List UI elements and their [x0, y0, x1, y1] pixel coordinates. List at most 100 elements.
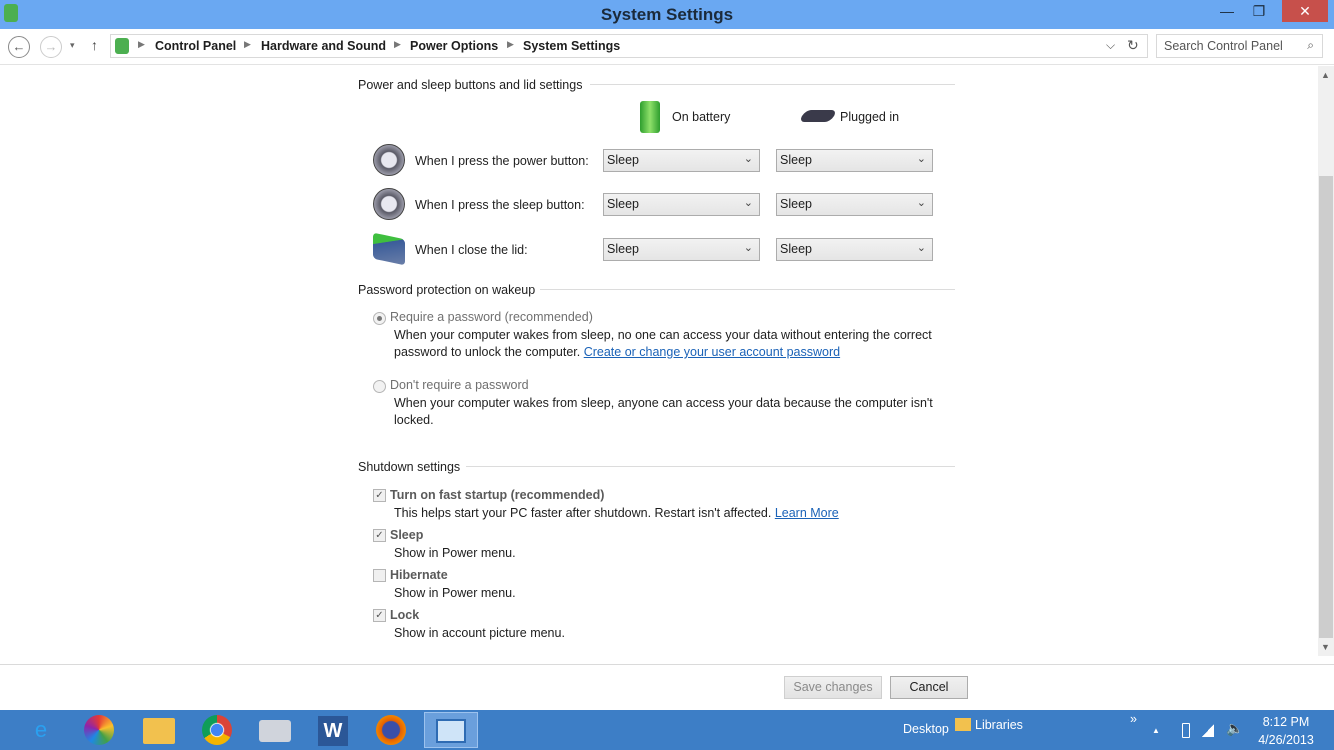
chevron-down-icon: ⌄ [743, 242, 753, 254]
control-panel-icon [115, 38, 129, 54]
footer: Save changes Cancel [0, 664, 1334, 710]
column-on-battery: On battery [672, 110, 731, 124]
sleep-checkbox[interactable]: ✓ [373, 529, 386, 542]
back-button[interactable]: ← [8, 36, 30, 58]
close-button[interactable]: ✕ [1282, 0, 1328, 22]
libraries-folder-icon [955, 718, 971, 731]
description-text: This helps start your PC faster after sh… [394, 506, 772, 520]
chrome-icon[interactable] [194, 712, 240, 748]
internet-explorer-icon[interactable]: e [18, 712, 64, 748]
breadcrumb-power-options[interactable]: Power Options [410, 39, 498, 53]
row-label-power-button: When I press the power button: [415, 154, 589, 168]
search-icon: ⌕ [1307, 38, 1314, 52]
scroll-down-icon[interactable]: ▼ [1321, 642, 1330, 652]
selected-value: Sleep [780, 153, 812, 167]
section-heading-shutdown: Shutdown settings [358, 460, 461, 474]
title-bar: System Settings — ❐ ✕ [0, 0, 1334, 29]
power-button-plugged-select[interactable]: Sleep ⌄ [776, 149, 933, 172]
word-icon[interactable]: W [310, 712, 356, 748]
selected-value: Sleep [607, 242, 639, 256]
up-button[interactable]: ↑ [91, 37, 98, 53]
power-button-icon [373, 144, 405, 176]
save-changes-button[interactable]: Save changes [784, 676, 882, 699]
selected-value: Sleep [780, 242, 812, 256]
chevron-down-icon: ⌄ [916, 242, 926, 254]
chevron-down-icon: ⌄ [916, 197, 926, 209]
restore-button[interactable]: ❐ [1242, 0, 1276, 22]
chevron-down-icon: ⌄ [743, 197, 753, 209]
laptop-lid-icon [373, 232, 405, 266]
volume-icon[interactable]: 🔈 [1226, 720, 1243, 737]
clock-time: 8:12 PM [1262, 715, 1310, 729]
row-label-close-lid: When I close the lid: [415, 243, 528, 257]
section-heading-password: Password protection on wakeup [358, 283, 536, 297]
sleep-description: Show in Power menu. [394, 546, 516, 560]
change-password-link[interactable]: Create or change your user account passw… [584, 345, 840, 359]
column-plugged-in: Plugged in [840, 110, 900, 124]
selected-value: Sleep [780, 197, 812, 211]
chevron-down-icon: ⌄ [916, 153, 926, 165]
divider [540, 289, 955, 290]
scroll-up-icon[interactable]: ▲ [1321, 70, 1330, 80]
show-hidden-icons-button[interactable]: ▲ [1152, 726, 1160, 735]
power-plug-icon [798, 110, 838, 122]
hibernate-label: Hibernate [390, 568, 448, 582]
breadcrumb-hardware-and-sound[interactable]: Hardware and Sound [261, 39, 386, 53]
dont-require-password-label: Don't require a password [390, 378, 529, 392]
chevron-right-icon: ▶ [244, 39, 251, 49]
lock-description: Show in account picture menu. [394, 626, 565, 640]
description-line: When your computer wakes from sleep, no … [394, 328, 932, 342]
learn-more-link[interactable]: Learn More [775, 506, 839, 520]
lid-plugged-select[interactable]: Sleep ⌄ [776, 238, 933, 261]
firefox-icon[interactable] [368, 712, 414, 748]
sleep-label: Sleep [390, 528, 424, 542]
file-explorer-icon[interactable] [136, 712, 182, 748]
minimize-button[interactable]: — [1210, 0, 1244, 22]
breadcrumb-control-panel[interactable]: Control Panel [155, 39, 236, 53]
chevron-right-icon: ▶ [507, 39, 514, 49]
chevron-down-icon: ⌄ [743, 153, 753, 165]
signal-strength-icon[interactable] [1202, 724, 1214, 737]
require-password-radio[interactable] [373, 312, 386, 325]
cancel-button[interactable]: Cancel [890, 676, 968, 699]
lid-battery-select[interactable]: Sleep ⌄ [603, 238, 760, 261]
search-placeholder: Search Control Panel [1164, 39, 1283, 53]
chevron-right-icon: ▶ [394, 39, 401, 49]
fax-scanner-icon[interactable] [252, 712, 298, 748]
refresh-button[interactable]: ↻ [1127, 37, 1139, 54]
description-line: password to unlock the computer. [394, 345, 581, 359]
selected-value: Sleep [607, 153, 639, 167]
address-bar[interactable]: ▶ Control Panel ▶ Hardware and Sound ▶ P… [110, 34, 1148, 58]
search-input[interactable]: Search Control Panel ⌕ [1156, 34, 1323, 58]
clock-date: 4/26/2013 [1258, 733, 1314, 747]
lock-checkbox[interactable]: ✓ [373, 609, 386, 622]
hibernate-checkbox[interactable] [373, 569, 386, 582]
dont-require-password-radio[interactable] [373, 380, 386, 393]
recent-locations-button[interactable]: ▾ [70, 40, 75, 51]
control-panel-taskbar-icon[interactable] [424, 712, 478, 748]
address-row: ← → ▾ ↑ ▶ Control Panel ▶ Hardware and S… [0, 29, 1334, 65]
picasa-icon[interactable] [76, 712, 122, 748]
description-line: When your computer wakes from sleep, any… [394, 396, 933, 410]
toolbar-overflow-chevron[interactable]: » [1130, 712, 1137, 726]
fast-startup-checkbox[interactable]: ✓ [373, 489, 386, 502]
description-line: locked. [394, 413, 434, 427]
selected-value: Sleep [607, 197, 639, 211]
sleep-button-icon [373, 188, 405, 220]
power-button-battery-select[interactable]: Sleep ⌄ [603, 149, 760, 172]
battery-tray-icon[interactable] [1182, 723, 1190, 738]
sleep-button-plugged-select[interactable]: Sleep ⌄ [776, 193, 933, 216]
libraries-toolbar[interactable]: Libraries [975, 718, 1023, 732]
chevron-right-icon: ▶ [138, 39, 145, 49]
breadcrumb-system-settings[interactable]: System Settings [523, 39, 620, 53]
clock[interactable]: 8:12 PM 4/26/2013 [1256, 715, 1316, 747]
hibernate-description: Show in Power menu. [394, 586, 516, 600]
address-dropdown-button[interactable]: ⌵ [1106, 38, 1115, 53]
require-password-label: Require a password (recommended) [390, 310, 593, 324]
sleep-button-battery-select[interactable]: Sleep ⌄ [603, 193, 760, 216]
forward-button[interactable]: → [40, 36, 62, 58]
fast-startup-label: Turn on fast startup (recommended) [390, 488, 605, 502]
lock-label: Lock [390, 608, 420, 622]
scrollbar-thumb[interactable] [1319, 176, 1333, 638]
desktop-toolbar[interactable]: Desktop [903, 722, 949, 736]
